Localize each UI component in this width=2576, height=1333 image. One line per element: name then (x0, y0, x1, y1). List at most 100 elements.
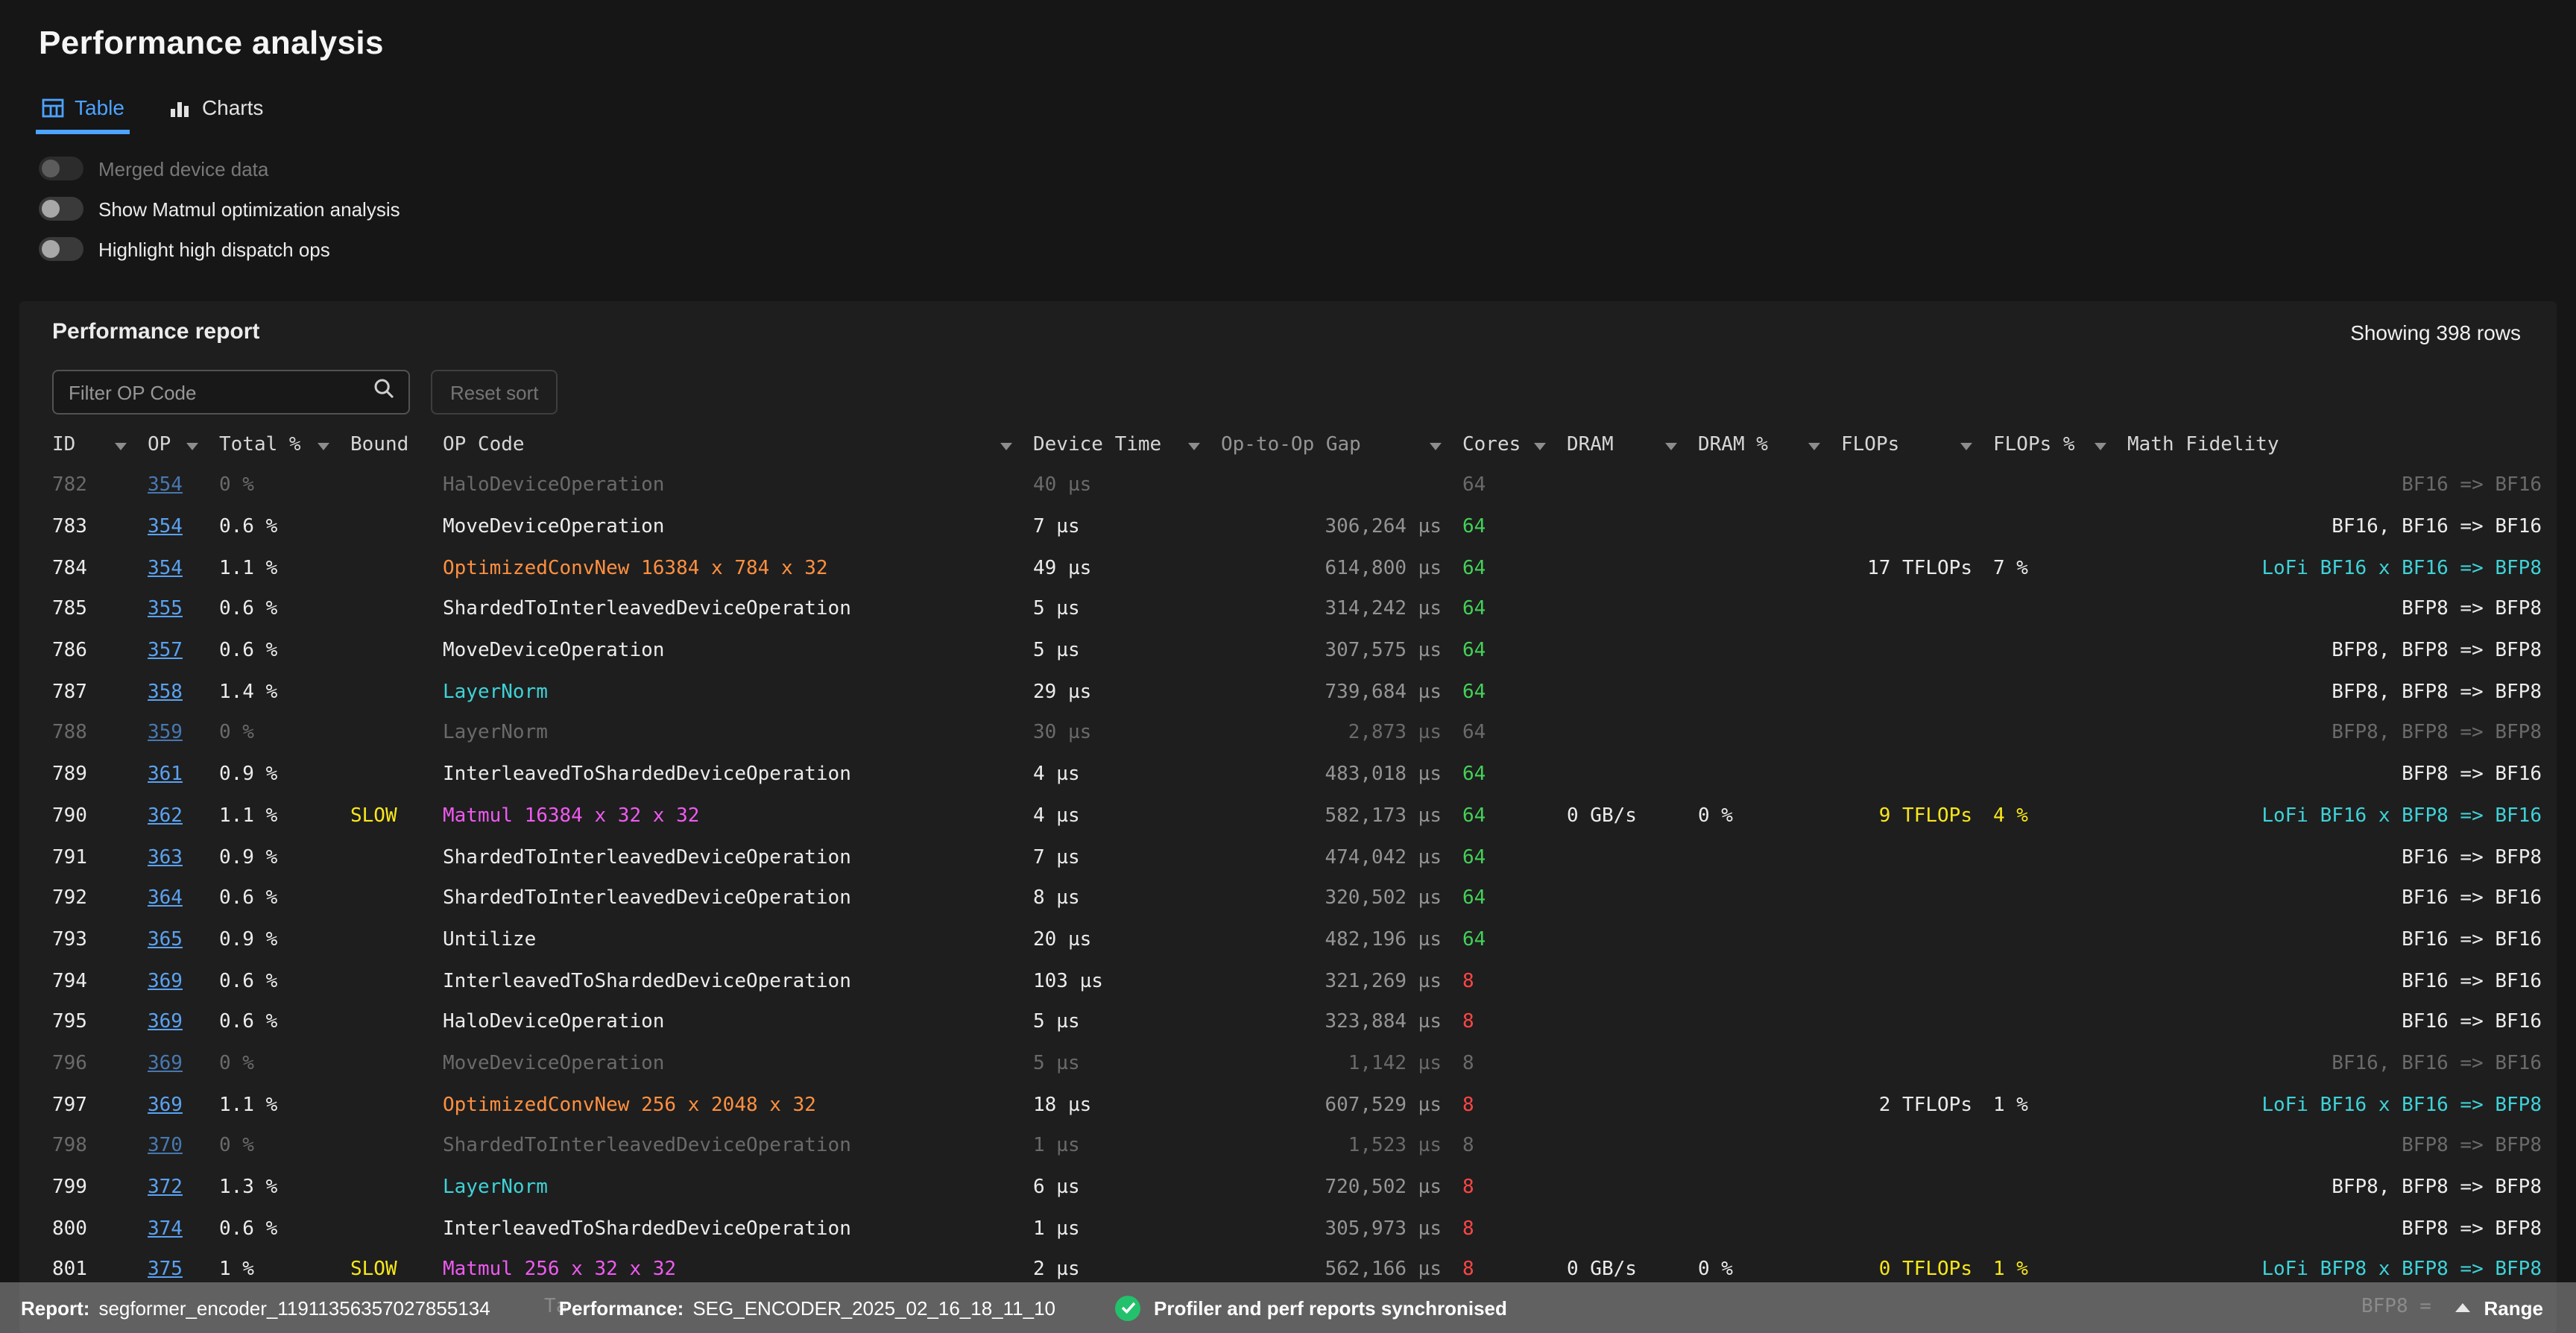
column-header-total[interactable]: Total % (219, 433, 329, 456)
sort-arrow-icon[interactable] (1000, 442, 1012, 450)
op-link[interactable]: 362 (148, 805, 183, 828)
op-link[interactable]: 374 (148, 1217, 183, 1240)
op-link[interactable]: 363 (148, 846, 183, 869)
performance-status-label: Performance: (559, 1296, 684, 1319)
cell-cores: 64 (1462, 557, 1546, 579)
app-header: Performance analysis Table (0, 0, 2576, 261)
column-header-gap[interactable]: Op-to-Op Gap (1221, 433, 1442, 456)
toggle-merged-device-data[interactable]: Merged device data (39, 157, 2537, 180)
toggle-group: Merged device data Show Matmul optimizat… (39, 157, 2537, 261)
op-link[interactable]: 375 (148, 1259, 183, 1282)
filter-text-field[interactable] (69, 381, 373, 403)
range-button[interactable]: Range (2456, 1296, 2543, 1319)
cell-gap: 314,242 µs (1221, 599, 1442, 621)
op-link[interactable]: 354 (148, 557, 183, 579)
sort-arrow-icon[interactable] (1430, 442, 1442, 450)
table-row[interactable]: 7913630.9 %ShardedToInterleavedDeviceOpe… (52, 836, 2542, 877)
table-row[interactable]: 7873581.4 %LayerNorm29 µs739,684 µs64BFP… (52, 672, 2542, 713)
toggle-highlight-high-dispatch[interactable]: Highlight high dispatch ops (39, 237, 2537, 261)
cell-fidelity: BFP8 => BFP8 (2127, 1135, 2542, 1158)
column-header-dram[interactable]: DRAM (1567, 433, 1677, 456)
op-link[interactable]: 359 (148, 722, 183, 745)
table-row[interactable]: 7983700 %ShardedToInterleavedDeviceOpera… (52, 1126, 2542, 1167)
column-header-fidelity[interactable]: Math Fidelity (2127, 433, 2542, 456)
tab-charts[interactable]: Charts (166, 92, 266, 134)
table-row[interactable]: 7923640.6 %ShardedToInterleavedDeviceOpe… (52, 878, 2542, 919)
table-row[interactable]: 7833540.6 %MoveDeviceOperation7 µs306,26… (52, 506, 2542, 547)
tab-table[interactable]: Table (39, 92, 127, 134)
column-header-device_time[interactable]: Device Time (1033, 433, 1200, 456)
sort-arrow-icon[interactable] (1960, 442, 1972, 450)
table-row[interactable]: 7933650.9 %Untilize20 µs482,196 µs64BF16… (52, 919, 2542, 960)
cell-device_time: 20 µs (1033, 929, 1200, 951)
cell-gap: 562,166 µs (1221, 1259, 1442, 1282)
cell-gap: 307,575 µs (1221, 640, 1442, 662)
column-header-id[interactable]: ID (52, 433, 127, 456)
toggle-switch-icon[interactable] (39, 237, 83, 261)
table-row[interactable]: 7823540 %HaloDeviceOperation40 µs64BF16 … (52, 465, 2542, 506)
op-link[interactable]: 369 (148, 1012, 183, 1034)
op-link[interactable]: 354 (148, 475, 183, 497)
cell-gap: 1,142 µs (1221, 1053, 1442, 1075)
sort-arrow-icon[interactable] (1188, 442, 1200, 450)
toggle-knob (42, 200, 60, 218)
cell-device_time: 40 µs (1033, 475, 1200, 497)
table-row[interactable]: 7943690.6 %InterleavedToShardedDeviceOpe… (52, 961, 2542, 1002)
cell-total: 0.6 % (219, 887, 329, 910)
table-row[interactable]: 7853550.6 %ShardedToInterleavedDeviceOpe… (52, 589, 2542, 630)
cell-op_code: InterleavedToShardedDeviceOperation (443, 1217, 1012, 1240)
toggle-switch-icon[interactable] (39, 157, 83, 180)
op-link[interactable]: 370 (148, 1135, 183, 1158)
cell-id: 800 (52, 1217, 127, 1240)
op-link[interactable]: 357 (148, 640, 183, 662)
performance-analysis-page: Performance analysis Table (0, 0, 2576, 1333)
sort-arrow-icon[interactable] (186, 442, 198, 450)
tab-bar: Table Charts (39, 92, 2537, 134)
cell-flops_pct: 4 % (1993, 805, 2106, 828)
op-link[interactable]: 354 (148, 516, 183, 538)
table-row[interactable]: 7843541.1 %OptimizedConvNew 16384 x 784 … (52, 548, 2542, 589)
sort-arrow-icon[interactable] (1534, 442, 1546, 450)
column-header-flops[interactable]: FLOPs (1841, 433, 1972, 456)
reset-sort-button[interactable]: Reset sort (431, 370, 558, 415)
cell-op: 370 (148, 1135, 198, 1158)
table-row[interactable]: 8003740.6 %InterleavedToShardedDeviceOpe… (52, 1208, 2542, 1250)
toggle-show-matmul-optimization[interactable]: Show Matmul optimization analysis (39, 197, 2537, 221)
cell-fidelity: BF16, BF16 => BF16 (2127, 516, 2542, 538)
sort-arrow-icon[interactable] (318, 442, 329, 450)
toggle-switch-icon[interactable] (39, 197, 83, 221)
op-link[interactable]: 355 (148, 599, 183, 621)
column-header-cores[interactable]: Cores (1462, 433, 1546, 456)
column-label: OP (148, 433, 171, 456)
table-row[interactable]: 7973691.1 %OptimizedConvNew 256 x 2048 x… (52, 1085, 2542, 1126)
column-label: Cores (1462, 433, 1521, 456)
filter-op-code-input[interactable] (52, 370, 410, 415)
table-row[interactable]: 7903621.1 %SLOWMatmul 16384 x 32 x 324 µ… (52, 795, 2542, 836)
table-row[interactable]: 7963690 %MoveDeviceOperation5 µs1,142 µs… (52, 1043, 2542, 1084)
column-header-dram_pct[interactable]: DRAM % (1698, 433, 1820, 456)
table-row[interactable]: 7953690.6 %HaloDeviceOperation5 µs323,88… (52, 1002, 2542, 1043)
op-link[interactable]: 372 (148, 1176, 183, 1199)
column-header-bound[interactable]: Bound (350, 433, 422, 456)
cell-id: 798 (52, 1135, 127, 1158)
table-row[interactable]: 7863570.6 %MoveDeviceOperation5 µs307,57… (52, 631, 2542, 672)
sort-arrow-icon[interactable] (2094, 442, 2106, 450)
op-link[interactable]: 369 (148, 1053, 183, 1075)
column-header-op_code[interactable]: OP Code (443, 433, 1012, 456)
sort-arrow-icon[interactable] (1665, 442, 1677, 450)
cell-device_time: 5 µs (1033, 640, 1200, 662)
op-link[interactable]: 365 (148, 929, 183, 951)
column-header-flops_pct[interactable]: FLOPs % (1993, 433, 2106, 456)
op-link[interactable]: 369 (148, 970, 183, 992)
table-row[interactable]: 7993721.3 %LayerNorm6 µs720,502 µs8BFP8,… (52, 1167, 2542, 1208)
op-link[interactable]: 361 (148, 763, 183, 786)
table-row[interactable]: 7893610.9 %InterleavedToShardedDeviceOpe… (52, 754, 2542, 795)
op-link[interactable]: 358 (148, 681, 183, 704)
cell-cores: 64 (1462, 681, 1546, 704)
op-link[interactable]: 369 (148, 1094, 183, 1116)
sort-arrow-icon[interactable] (1808, 442, 1820, 450)
column-header-op[interactable]: OP (148, 433, 198, 456)
table-row[interactable]: 7883590 %LayerNorm30 µs2,873 µs64BFP8, B… (52, 713, 2542, 754)
op-link[interactable]: 364 (148, 887, 183, 910)
sort-arrow-icon[interactable] (115, 442, 127, 450)
